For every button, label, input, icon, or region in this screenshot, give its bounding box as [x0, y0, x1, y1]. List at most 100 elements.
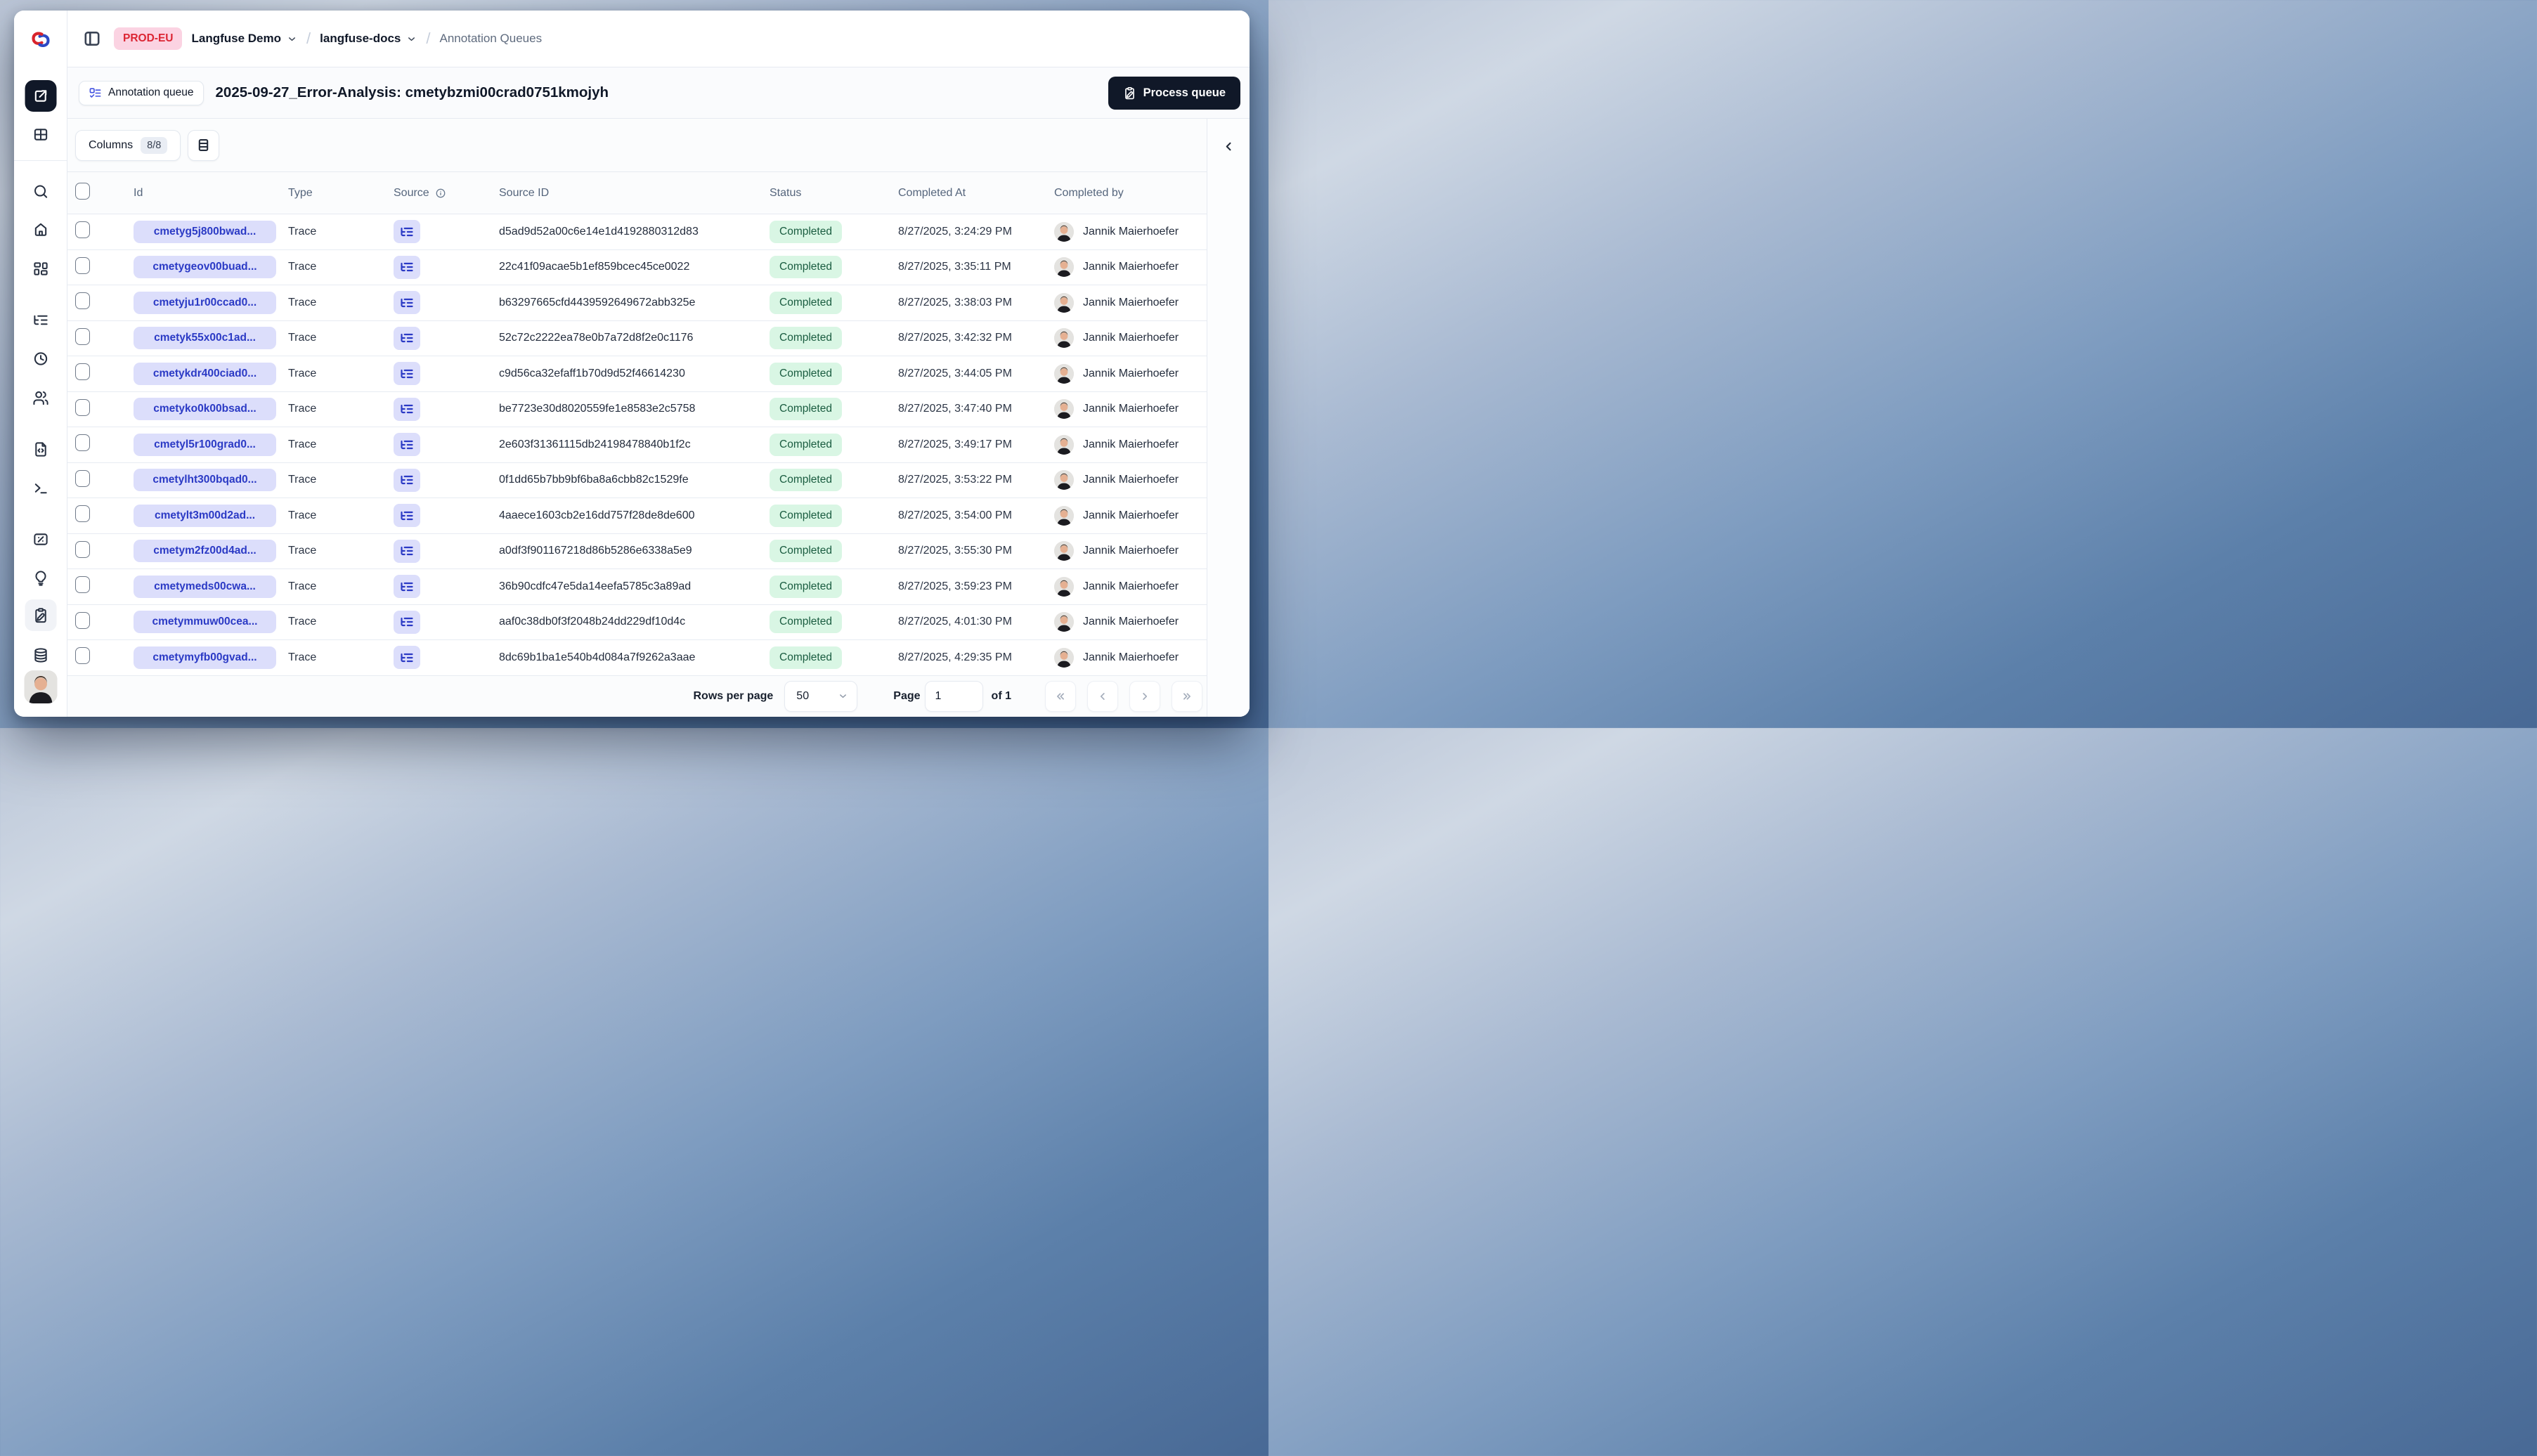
source-trace-link[interactable]: [394, 504, 420, 528]
breadcrumb-org[interactable]: Langfuse Demo: [191, 32, 297, 46]
rows-per-page-select[interactable]: 50: [784, 680, 858, 712]
status-badge: Completed: [770, 504, 842, 527]
table-row[interactable]: cmetymmuw00cea... Trace aaf0c38db0f3f204…: [67, 604, 1207, 640]
expand-panel-button[interactable]: [1216, 134, 1240, 158]
home-icon: [34, 223, 46, 236]
item-id-pill[interactable]: cmetykdr400ciad0...: [134, 362, 276, 385]
item-id-pill[interactable]: cmetym2fz00d4ad...: [134, 540, 276, 563]
avatar: [1054, 612, 1074, 632]
sidebar-toggle-button[interactable]: [79, 26, 105, 51]
item-id-pill[interactable]: cmetymyfb00gvad...: [134, 646, 276, 669]
source-trace-link[interactable]: [394, 397, 420, 421]
main-area: PROD-EU Langfuse Demo / langfuse-docs / …: [67, 11, 1250, 717]
row-height-button[interactable]: [188, 129, 220, 161]
source-trace-link[interactable]: [394, 291, 420, 315]
item-id-pill[interactable]: cmetygeov00buad...: [134, 256, 276, 279]
table-row[interactable]: cmetyk55x00c1ad... Trace 52c72c2222ea78e…: [67, 320, 1207, 356]
table-row[interactable]: cmetygeov00buad... Trace 22c41f09acae5b1…: [67, 249, 1207, 285]
item-id-pill[interactable]: cmetylht300bqad0...: [134, 469, 276, 492]
row-checkbox[interactable]: [75, 469, 90, 487]
source-trace-link[interactable]: [394, 468, 420, 492]
completed-at: 8/27/2025, 3:35:11 PM: [898, 261, 1011, 273]
chevron-left-icon: [1100, 692, 1105, 700]
source-trace-link[interactable]: [394, 255, 420, 279]
previous-page-button[interactable]: [1087, 680, 1118, 712]
list-tree-icon: [401, 476, 413, 485]
row-checkbox[interactable]: [75, 505, 90, 523]
sidebar-item-dashboards[interactable]: [25, 253, 56, 285]
sidebar-item-tables[interactable]: [25, 119, 56, 150]
table-row[interactable]: cmetylht300bqad0... Trace 0f1dd65b7bb9bf…: [67, 462, 1207, 498]
row-checkbox[interactable]: [75, 221, 90, 239]
source-id: d5ad9d52a00c6e14e1d4192880312d83: [499, 225, 699, 238]
user-avatar[interactable]: [24, 670, 57, 703]
source-trace-link[interactable]: [394, 575, 420, 599]
sidebar-item-sessions[interactable]: [25, 343, 56, 375]
first-page-button[interactable]: [1045, 680, 1076, 712]
table-row[interactable]: cmetyko0k00bsad... Trace be7723e30d80205…: [67, 391, 1207, 427]
columns-button[interactable]: Columns 8/8: [75, 129, 181, 161]
column-header-source-id[interactable]: Source ID: [499, 187, 770, 200]
dashboard-icon: [33, 262, 48, 275]
column-header-completed-by[interactable]: Completed by: [1054, 187, 1207, 200]
sidebar-item-playground[interactable]: [25, 472, 56, 504]
status-badge: Completed: [770, 256, 842, 279]
row-checkbox[interactable]: [75, 434, 90, 452]
sidebar-item-users[interactable]: [25, 382, 56, 414]
source-trace-link[interactable]: [394, 362, 420, 386]
source-trace-link[interactable]: [394, 539, 420, 563]
sidebar-item-tracing[interactable]: [25, 304, 56, 336]
sidebar-item-home[interactable]: [25, 214, 56, 245]
page-number-input[interactable]: [924, 680, 983, 712]
table-row[interactable]: cmetyju1r00ccad0... Trace b63297665cfd44…: [67, 285, 1207, 321]
source-trace-link[interactable]: [394, 326, 420, 350]
next-page-button[interactable]: [1129, 680, 1160, 712]
sidebar-item-insights[interactable]: [25, 562, 56, 594]
item-id-pill[interactable]: cmetyju1r00ccad0...: [134, 291, 276, 314]
item-id-pill[interactable]: cmetymeds00cwa...: [134, 575, 276, 598]
item-id-pill[interactable]: cmetyko0k00bsad...: [134, 398, 276, 421]
row-checkbox[interactable]: [75, 540, 90, 558]
item-id-pill[interactable]: cmetyg5j800bwad...: [134, 220, 276, 243]
source-trace-link[interactable]: [394, 220, 420, 244]
table-row[interactable]: cmetym2fz00d4ad... Trace a0df3f901167218…: [67, 533, 1207, 569]
table-row[interactable]: cmetymeds00cwa... Trace 36b90cdfc47e5da1…: [67, 569, 1207, 605]
table-row[interactable]: cmetylt3m00d2ad... Trace 4aaece1603cb2e1…: [67, 498, 1207, 534]
item-id-pill[interactable]: cmetyl5r100grad0...: [134, 433, 276, 456]
source-trace-link[interactable]: [394, 646, 420, 670]
table-row[interactable]: cmetykdr400ciad0... Trace c9d56ca32efaff…: [67, 356, 1207, 392]
table-row[interactable]: cmetyl5r100grad0... Trace 2e603f31361115…: [67, 427, 1207, 463]
list-tree-icon: [401, 334, 413, 343]
column-header-type[interactable]: Type: [288, 187, 394, 200]
row-checkbox[interactable]: [75, 611, 90, 629]
source-trace-link[interactable]: [394, 433, 420, 457]
sidebar-item-datasets[interactable]: [25, 639, 56, 671]
sidebar-item-annotation-queues[interactable]: [25, 599, 56, 631]
column-header-id[interactable]: Id: [134, 187, 288, 200]
row-checkbox[interactable]: [75, 647, 90, 665]
table-row[interactable]: cmetyg5j800bwad... Trace d5ad9d52a00c6e1…: [67, 214, 1207, 250]
column-header-source[interactable]: Source: [394, 187, 499, 200]
table-row[interactable]: cmetymyfb00gvad... Trace 8dc69b1ba1e540b…: [67, 640, 1207, 676]
item-id-pill[interactable]: cmetymmuw00cea...: [134, 611, 276, 634]
sidebar-item-evaluation[interactable]: [25, 524, 56, 555]
item-id-pill[interactable]: cmetyk55x00c1ad...: [134, 327, 276, 350]
row-checkbox[interactable]: [75, 398, 90, 416]
sidebar-item-search[interactable]: [25, 176, 56, 207]
open-external-button[interactable]: [25, 80, 56, 112]
last-page-button[interactable]: [1172, 680, 1202, 712]
row-checkbox[interactable]: [75, 256, 90, 274]
row-checkbox[interactable]: [75, 327, 90, 345]
source-trace-link[interactable]: [394, 610, 420, 634]
select-all-checkbox[interactable]: [75, 183, 90, 200]
column-header-status[interactable]: Status: [770, 187, 898, 200]
row-checkbox[interactable]: [75, 576, 90, 594]
breadcrumb-project[interactable]: langfuse-docs: [320, 32, 417, 46]
row-checkbox[interactable]: [75, 363, 90, 381]
row-checkbox[interactable]: [75, 292, 90, 310]
item-id-pill[interactable]: cmetylt3m00d2ad...: [134, 504, 276, 527]
process-queue-button[interactable]: Process queue: [1108, 76, 1240, 110]
sidebar-item-prompts[interactable]: [25, 434, 56, 465]
list-tree-icon: [401, 547, 413, 556]
column-header-completed-at[interactable]: Completed At: [898, 187, 1054, 200]
